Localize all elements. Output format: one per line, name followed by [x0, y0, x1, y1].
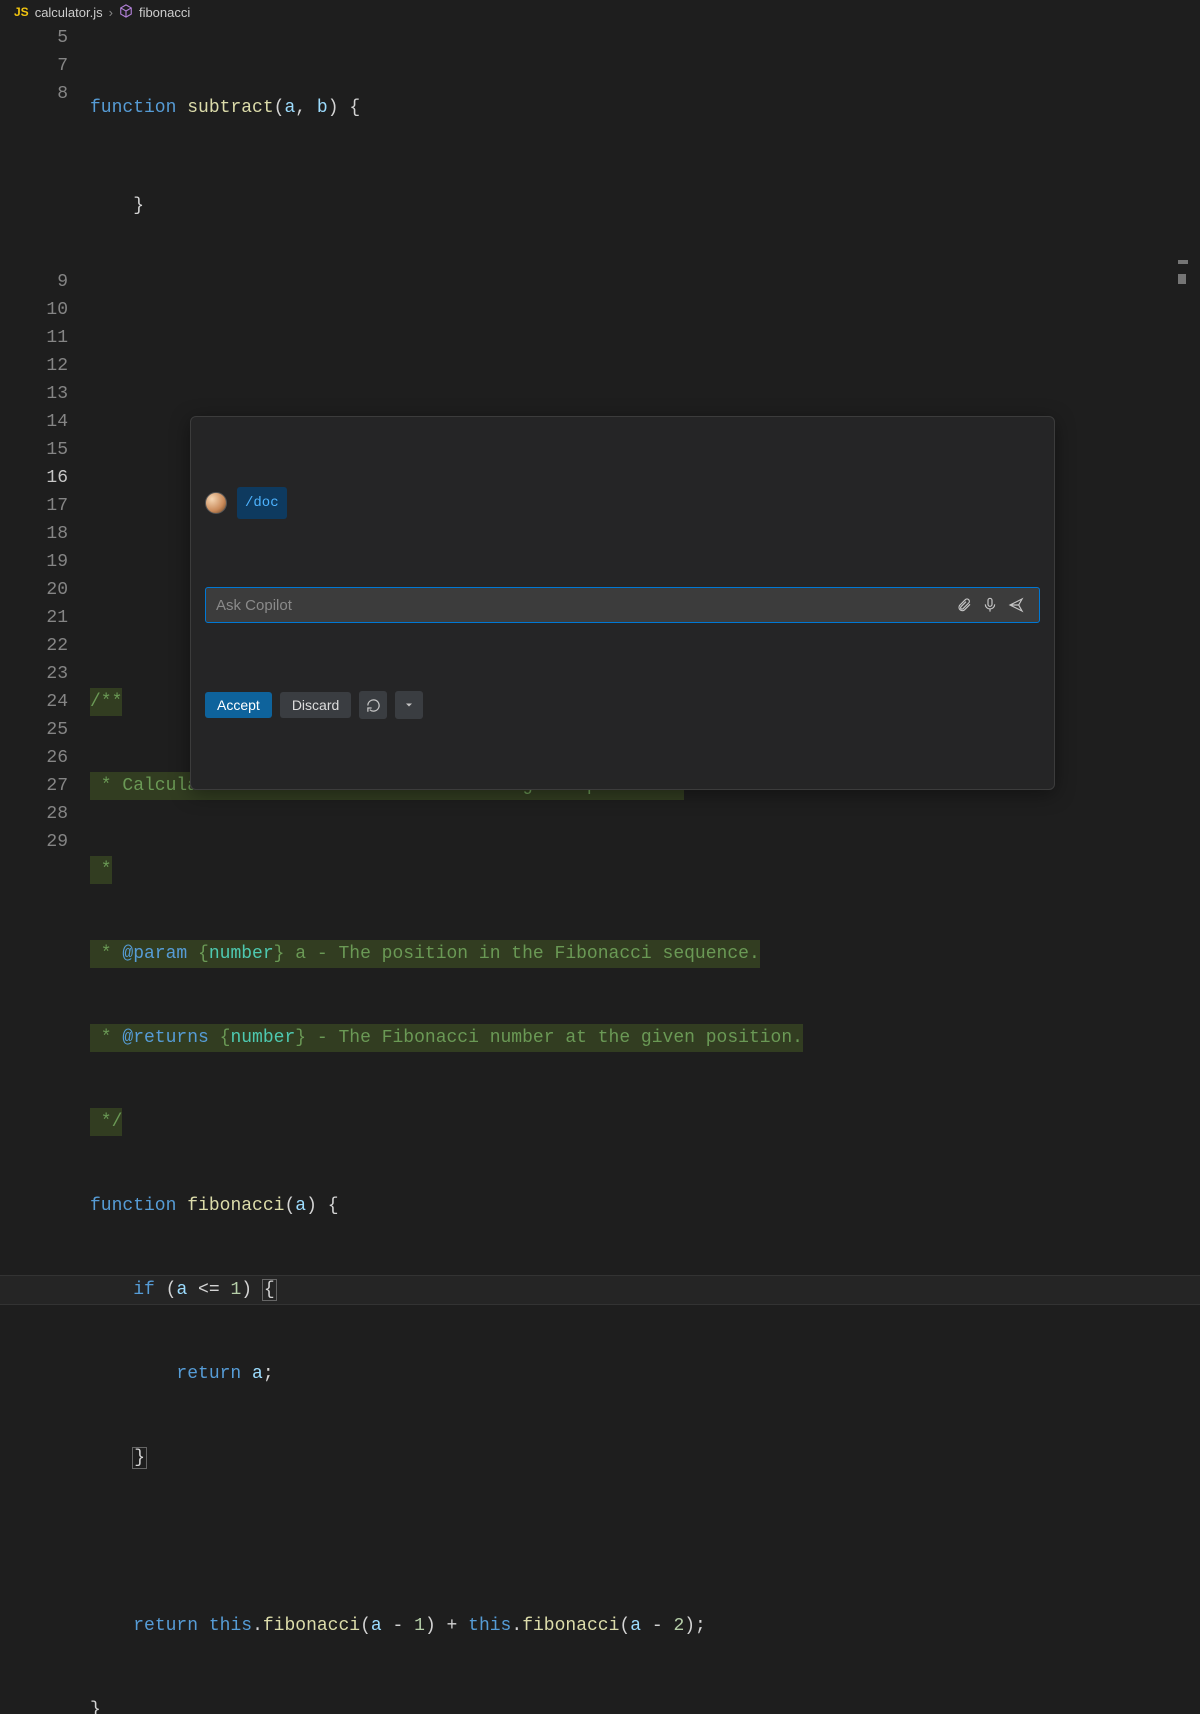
mic-icon[interactable] [977, 592, 1003, 618]
attach-icon[interactable] [951, 592, 977, 618]
accept-button[interactable]: Accept [205, 692, 272, 718]
symbol-icon [119, 4, 133, 21]
overview-mark [1178, 260, 1188, 264]
code-area[interactable]: function subtract(a, b) { } /doc [90, 24, 1200, 1714]
overview-mark [1178, 274, 1186, 284]
code-editor[interactable]: 5 7 8 9 10 11 12 13 14 15 16 17 18 19 20… [0, 24, 1200, 1714]
send-icon[interactable] [1003, 592, 1029, 618]
copilot-inline-panel: /doc Accept Discard [190, 416, 1055, 790]
copilot-input-row [205, 587, 1040, 623]
slash-command-chip[interactable]: /doc [237, 487, 287, 519]
breadcrumb-separator: › [109, 5, 113, 20]
more-options-icon[interactable] [395, 691, 423, 719]
regenerate-icon[interactable] [359, 691, 387, 719]
breadcrumb: JS calculator.js › fibonacci [0, 0, 1200, 24]
overview-ruler[interactable] [1178, 260, 1188, 320]
copilot-input[interactable] [216, 597, 951, 614]
breadcrumb-symbol[interactable]: fibonacci [139, 5, 190, 20]
user-avatar [205, 492, 227, 514]
breadcrumb-file[interactable]: calculator.js [35, 5, 103, 20]
line-gutter: 5 7 8 9 10 11 12 13 14 15 16 17 18 19 20… [0, 24, 90, 1714]
discard-button[interactable]: Discard [280, 692, 351, 718]
js-file-icon: JS [14, 5, 29, 19]
